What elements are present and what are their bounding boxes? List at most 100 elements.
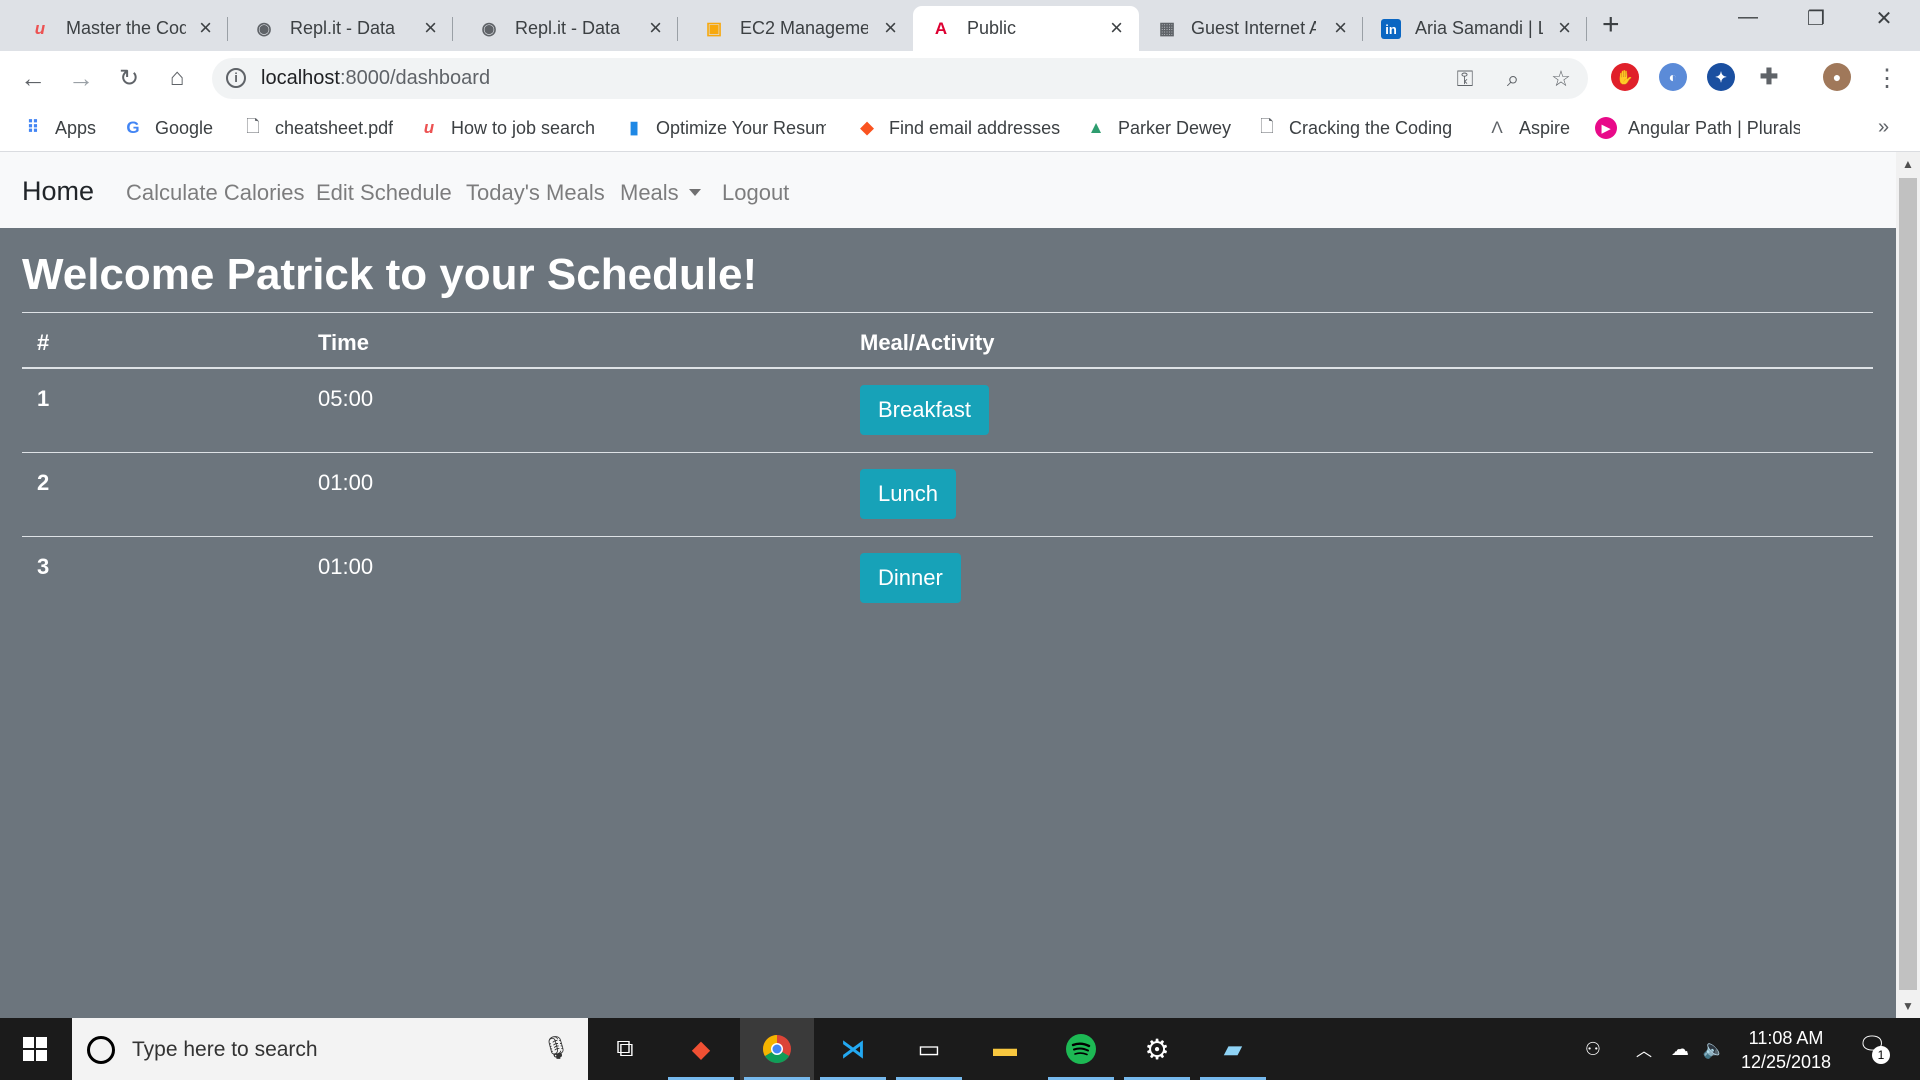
nav-todays-meals[interactable]: Today's Meals (466, 180, 605, 206)
bookmarks-bar: ⠿ Apps G Google 🗋 cheatsheet.pdf u How t… (0, 106, 1920, 152)
aws-icon: ▣ (705, 19, 723, 38)
row-number: 2 (37, 470, 50, 495)
tab-title: EC2 Managemen (740, 18, 868, 38)
extension-icon[interactable]: ◐ (1659, 63, 1687, 91)
close-window-button[interactable]: ✕ (1854, 6, 1914, 31)
vscode-icon[interactable]: ⋊ (816, 1018, 890, 1080)
tab-linkedin[interactable]: in Aria Samandi | L × (1363, 6, 1587, 51)
nav-meals-dropdown[interactable]: Meals (620, 180, 701, 206)
info-icon[interactable]: i (226, 68, 246, 88)
tab-title: Guest Internet A (1191, 18, 1316, 38)
linkedin-icon: in (1381, 19, 1401, 39)
start-button[interactable] (0, 1018, 70, 1080)
people-icon[interactable]: ⚇ (1576, 1018, 1610, 1080)
lunch-button[interactable]: Lunch (860, 469, 956, 519)
resume-icon: ▮ (629, 118, 639, 137)
breakfast-button[interactable]: Breakfast (860, 385, 989, 435)
chevron-up-icon[interactable]: ︿ (1630, 1018, 1658, 1080)
replit-icon: ◉ (256, 19, 272, 38)
address-url[interactable]: localhost:8000/dashboard (261, 67, 490, 90)
dinner-button[interactable]: Dinner (860, 553, 961, 603)
bookmark-apps[interactable]: ⠿ Apps (22, 115, 96, 141)
bookmark-label: Parker Dewey (1118, 117, 1232, 138)
cortana-icon (87, 1036, 115, 1064)
bookmarks-overflow-icon[interactable]: » (1878, 116, 1889, 139)
close-icon[interactable]: × (199, 16, 212, 40)
nav-home[interactable]: Home (22, 176, 94, 207)
nav-edit-schedule[interactable]: Edit Schedule (316, 180, 452, 206)
bookmark-job-search[interactable]: u How to job search (418, 115, 595, 141)
nav-logout[interactable]: Logout (722, 180, 789, 206)
home-icon[interactable]: ⌂ (160, 61, 194, 95)
new-tab-button[interactable]: + (1602, 8, 1620, 42)
star-icon[interactable]: ☆ (1546, 64, 1576, 94)
bookmark-google[interactable]: G Google (122, 115, 213, 141)
address-bar[interactable]: i localhost:8000/dashboard ⚿ ⌕ ☆ (212, 58, 1588, 99)
udemy-icon: u (34, 19, 46, 38)
zoom-icon[interactable]: ⌕ (1498, 64, 1528, 94)
taskbar-search[interactable]: Type here to search 🎙 (72, 1018, 588, 1080)
minimize-button[interactable]: — (1718, 6, 1778, 29)
hunter-icon: ◆ (860, 118, 874, 137)
windows-taskbar: Type here to search 🎙 ⧉ ◆ ⋊ ▭ ▬ ⚙ ▰ ⚇ ︿ … (0, 1018, 1920, 1080)
back-arrow-icon[interactable]: ← (16, 61, 50, 95)
parker-dewey-icon: ▲ (1087, 118, 1105, 137)
tab-ec2[interactable]: ▣ EC2 Managemen × (678, 6, 913, 51)
system-clock[interactable]: 11:08 AM 12/25/2018 (1730, 1026, 1842, 1074)
bookmark-label: Find email addresses (889, 117, 1061, 138)
bookmark-parker-dewey[interactable]: ▲ Parker Dewey (1085, 115, 1231, 141)
close-icon[interactable]: × (424, 16, 437, 40)
key-icon[interactable]: ⚿ (1450, 64, 1480, 94)
avatar[interactable]: ● (1823, 63, 1851, 91)
bookmark-angular-path[interactable]: ▶ Angular Path | Plurals (1595, 115, 1800, 141)
volume-icon[interactable]: 🔈 (1700, 1018, 1728, 1080)
notepad-icon[interactable]: ▰ (1196, 1018, 1270, 1080)
page-content: Home Calculate Calories Edit Schedule To… (0, 152, 1896, 1018)
page-scrollbar[interactable]: ▲ ▼ (1896, 152, 1920, 1018)
bookmark-label: cheatsheet.pdf (275, 117, 394, 138)
tab-replit-2[interactable]: ◉ Repl.it - Data Str × (453, 6, 678, 51)
extension-icon[interactable]: ✦ (1707, 63, 1735, 91)
notification-icon[interactable]: 🗨 1 (1858, 1032, 1890, 1064)
menu-icon[interactable]: ⋮ (1870, 61, 1904, 95)
spotify-icon[interactable] (1044, 1018, 1118, 1080)
puzzle-icon[interactable]: ✚ (1755, 63, 1783, 91)
forward-arrow-icon[interactable]: → (64, 61, 98, 95)
tab-guest-internet[interactable]: ▦ Guest Internet A × (1139, 6, 1363, 51)
microphone-icon[interactable]: 🎙 (542, 1035, 570, 1061)
tab-udemy[interactable]: u Master the Codi × (0, 6, 228, 51)
onedrive-icon[interactable]: ☁ (1664, 1018, 1696, 1080)
tab-title: Master the Codi (66, 18, 186, 38)
scroll-up-icon[interactable]: ▲ (1896, 152, 1920, 176)
chrome-icon[interactable] (740, 1018, 814, 1080)
bookmark-label: Apps (55, 117, 97, 138)
bookmark-label: How to job search (451, 117, 596, 138)
scroll-down-icon[interactable]: ▼ (1896, 994, 1920, 1018)
file-explorer-icon[interactable]: ▬ (968, 1018, 1042, 1080)
tab-public[interactable]: A Public × (913, 6, 1139, 51)
bookmark-aspire[interactable]: Λ Aspire (1486, 115, 1570, 141)
restore-button[interactable]: ❐ (1786, 6, 1846, 31)
scroll-thumb[interactable] (1899, 178, 1917, 990)
tab-title: Public (967, 18, 1017, 38)
adblock-icon[interactable]: ✋ (1611, 63, 1639, 91)
table-row: 1 05:00 Breakfast (22, 369, 1873, 453)
document-icon: 🗋 (1260, 116, 1274, 136)
terminal-icon[interactable]: ▭ (892, 1018, 966, 1080)
tab-replit-1[interactable]: ◉ Repl.it - Data Str × (228, 6, 453, 51)
close-icon[interactable]: × (884, 16, 897, 40)
close-icon[interactable]: × (1558, 16, 1571, 40)
close-icon[interactable]: × (1110, 16, 1123, 40)
bookmark-cracking-coding[interactable]: 🗋 Cracking the Coding (1256, 115, 1454, 141)
settings-icon[interactable]: ⚙ (1120, 1018, 1194, 1080)
task-view-icon[interactable]: ⧉ (588, 1018, 662, 1080)
git-icon[interactable]: ◆ (664, 1018, 738, 1080)
bookmark-cheatsheet[interactable]: 🗋 cheatsheet.pdf (242, 115, 393, 141)
nav-calculate-calories[interactable]: Calculate Calories (126, 180, 305, 206)
close-icon[interactable]: × (649, 16, 662, 40)
header-number: # (37, 330, 50, 355)
reload-icon[interactable]: ↻ (112, 61, 146, 95)
close-icon[interactable]: × (1334, 16, 1347, 40)
bookmark-optimize-resume[interactable]: ▮ Optimize Your Resum (623, 115, 826, 141)
bookmark-find-email[interactable]: ◆ Find email addresses (856, 115, 1060, 141)
